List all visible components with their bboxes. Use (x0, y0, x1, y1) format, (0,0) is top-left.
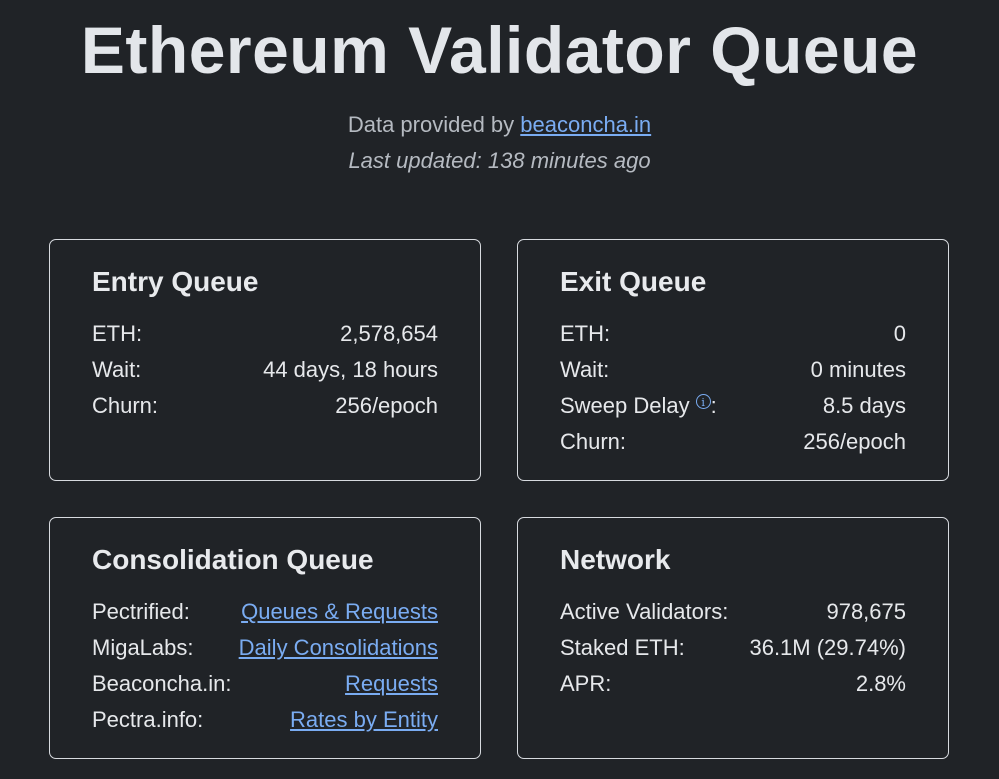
staked-eth-value: 36.1M (29.74%) (749, 635, 906, 660)
sweep-delay-value: 8.5 days (822, 393, 906, 418)
sweep-delay-label-group: Sweep Delay i: (560, 393, 717, 419)
info-icon[interactable]: i (695, 394, 711, 409)
migalabs-label: MigaLabs: (92, 635, 194, 660)
exit-churn-row: Churn: 256/epoch (560, 424, 906, 460)
entry-eth-label: ETH: (92, 321, 143, 346)
network-title: Network (560, 544, 671, 575)
exit-eth-value: 0 (893, 321, 906, 346)
exit-queue-title: Exit Queue (560, 266, 707, 297)
entry-eth-row: ETH: 2,578,654 (92, 316, 438, 352)
beaconchain-row: Beaconcha.in: Requests (92, 666, 438, 702)
consolidation-queue-rows: Pectrified: Queues & Requests MigaLabs: … (92, 594, 438, 738)
sweep-delay-colon: : (710, 393, 717, 418)
active-validators-value: 978,675 (826, 599, 906, 624)
queues-requests-link[interactable]: Queues & Requests (241, 599, 438, 625)
exit-churn-label: Churn: (560, 429, 627, 454)
exit-wait-value: 0 minutes (810, 357, 906, 382)
sweep-delay-row: Sweep Delay i: 8.5 days (560, 388, 906, 424)
exit-churn-value: 256/epoch (803, 429, 906, 454)
last-updated: Last updated: 138 minutes ago (348, 148, 651, 173)
staked-eth-row: Staked ETH: 36.1M (29.74%) (560, 630, 906, 666)
exit-queue-rows: ETH: 0 Wait: 0 minutes Sweep Delay i: 8.5… (560, 316, 906, 460)
active-validators-label: Active Validators: (560, 599, 729, 624)
entry-churn-value: 256/epoch (335, 393, 438, 418)
entry-churn-row: Churn: 256/epoch (92, 388, 438, 424)
page: Ethereum Validator Queue Data provided b… (0, 0, 999, 779)
staked-eth-label: Staked ETH: (560, 635, 685, 660)
entry-wait-label: Wait: (92, 357, 142, 382)
exit-eth-label: ETH: (560, 321, 611, 346)
apr-label: APR: (560, 671, 612, 696)
rates-by-entity-link[interactable]: Rates by Entity (290, 707, 438, 733)
pectrified-label: Pectrified: (92, 599, 190, 624)
page-title: Ethereum Validator Queue (80, 13, 919, 87)
active-validators-row: Active Validators: 978,675 (560, 594, 906, 630)
beaconchain-label: Beaconcha.in: (92, 671, 232, 696)
consolidation-queue-card: Consolidation Queue Pectrified: Queues &… (49, 517, 481, 759)
exit-eth-row: ETH: 0 (560, 316, 906, 352)
entry-queue-card: Entry Queue ETH: 2,578,654 Wait: 44 days… (49, 239, 481, 481)
pectra-info-row: Pectra.info: Rates by Entity (92, 702, 438, 738)
exit-wait-row: Wait: 0 minutes (560, 352, 906, 388)
sweep-delay-label: Sweep Delay (560, 393, 690, 418)
migalabs-row: MigaLabs: Daily Consolidations (92, 630, 438, 666)
data-provider-line: Data provided by beaconcha.in (0, 112, 999, 138)
apr-row: APR: 2.8% (560, 666, 906, 702)
entry-churn-label: Churn: (92, 393, 159, 418)
provider-prefix: Data provided by (347, 112, 515, 137)
exit-queue-card: Exit Queue ETH: 0 Wait: 0 minutes Sweep … (517, 239, 949, 481)
daily-consolidations-link[interactable]: Daily Consolidations (239, 635, 438, 661)
entry-queue-title: Entry Queue (92, 266, 259, 297)
pectrified-row: Pectrified: Queues & Requests (92, 594, 438, 630)
entry-wait-row: Wait: 44 days, 18 hours (92, 352, 438, 388)
entry-wait-value: 44 days, 18 hours (263, 357, 438, 382)
entry-eth-value: 2,578,654 (340, 321, 438, 346)
exit-wait-label: Wait: (560, 357, 610, 382)
apr-value: 2.8% (855, 671, 906, 696)
pectra-info-label: Pectra.info: (92, 707, 204, 732)
beaconchain-link[interactable]: beaconcha.in (520, 112, 651, 137)
network-card: Network Active Validators: 978,675 Stake… (517, 517, 949, 759)
entry-queue-rows: ETH: 2,578,654 Wait: 44 days, 18 hours C… (92, 316, 438, 424)
network-rows: Active Validators: 978,675 Staked ETH: 3… (560, 594, 906, 702)
requests-link[interactable]: Requests (345, 671, 438, 697)
consolidation-queue-title: Consolidation Queue (92, 544, 374, 575)
